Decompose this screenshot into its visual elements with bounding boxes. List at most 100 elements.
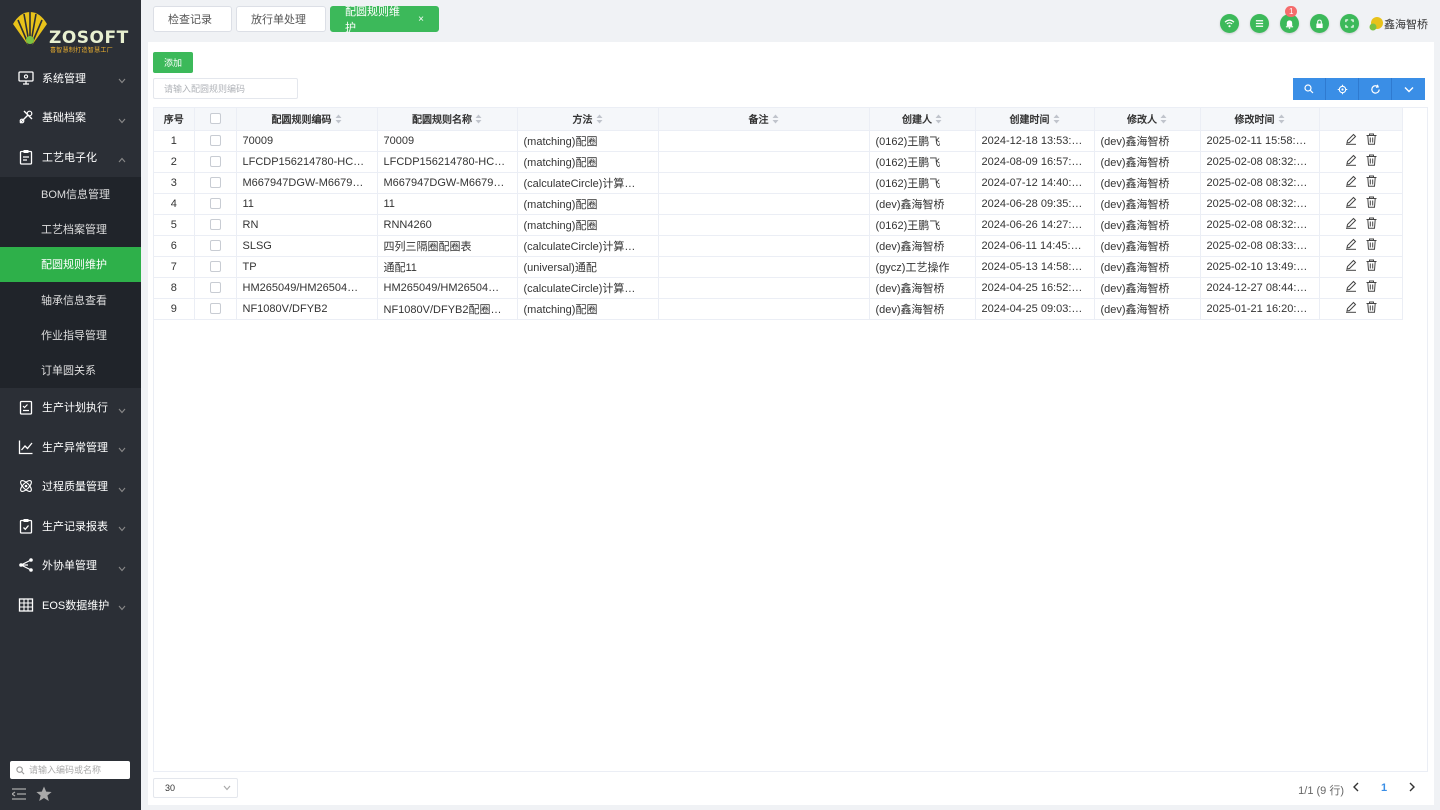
sidebar-group-share[interactable]: 外协单管理 bbox=[0, 546, 141, 586]
sidebar-subitem-4[interactable]: 轴承信息查看 bbox=[0, 282, 141, 317]
row-checkbox[interactable] bbox=[209, 303, 221, 315]
delete-icon[interactable] bbox=[1366, 175, 1377, 187]
sort-icon[interactable] bbox=[772, 114, 779, 127]
sidebar-group-clipboard-check[interactable]: 生产记录报表 bbox=[0, 506, 141, 546]
sidebar-subitem-6[interactable]: 订单圆关系 bbox=[0, 352, 141, 387]
table-row[interactable]: 2 LFCDP156214780-HCE… LFCDP156214780-HCE…(… bbox=[154, 151, 1403, 173]
column-header-name[interactable]: 配圆规则名称 bbox=[377, 108, 518, 131]
chevron-down-icon bbox=[118, 73, 126, 87]
column-header-method[interactable]: 方法 bbox=[517, 108, 659, 131]
delete-icon[interactable] bbox=[1366, 154, 1377, 166]
column-header-modified-time[interactable]: 修改时间 bbox=[1200, 108, 1320, 131]
row-checkbox[interactable] bbox=[209, 198, 221, 210]
delete-icon[interactable] bbox=[1366, 280, 1377, 292]
edit-icon[interactable] bbox=[1345, 238, 1357, 250]
favorites-star-icon[interactable] bbox=[36, 786, 52, 805]
next-page-button[interactable] bbox=[1408, 781, 1416, 795]
sort-icon[interactable] bbox=[475, 114, 482, 127]
sidebar-group-clipboard[interactable]: 工艺电子化 bbox=[0, 137, 141, 177]
delete-icon[interactable] bbox=[1366, 133, 1377, 145]
row-checkbox[interactable] bbox=[209, 219, 221, 231]
sort-icon[interactable] bbox=[596, 114, 603, 127]
column-header-remark[interactable]: 备注 bbox=[658, 108, 870, 131]
sidebar-subitem-3[interactable]: 配圆规则维护 bbox=[0, 246, 141, 283]
prev-page-button[interactable] bbox=[1352, 781, 1360, 795]
rule-code-search-input[interactable] bbox=[153, 78, 298, 99]
delete-icon[interactable] bbox=[1366, 217, 1377, 229]
sort-icon[interactable] bbox=[1053, 114, 1060, 127]
sidebar-group-line-chart[interactable]: 生产异常管理 bbox=[0, 427, 141, 467]
sort-icon[interactable] bbox=[335, 114, 342, 127]
lock-icon[interactable] bbox=[1310, 14, 1329, 33]
collapse-menu-icon[interactable] bbox=[10, 788, 26, 803]
menu-search-input[interactable] bbox=[29, 765, 124, 775]
edit-icon[interactable] bbox=[1345, 280, 1357, 292]
edit-icon[interactable] bbox=[1345, 196, 1357, 208]
page-number-current[interactable]: 1 bbox=[1381, 782, 1387, 794]
expand-button[interactable] bbox=[1392, 78, 1425, 100]
sidebar-group-grid[interactable]: EOS数据维护 bbox=[0, 585, 141, 625]
row-actions bbox=[1319, 172, 1403, 194]
page-size-select[interactable]: 30 bbox=[153, 778, 238, 798]
table-row[interactable]: 3 M667947DGW-M6679… M667947DGW-M6679… (calc… bbox=[154, 172, 1403, 194]
edit-icon[interactable] bbox=[1345, 133, 1357, 145]
sidebar-group-monitor[interactable]: 系统管理 bbox=[0, 58, 141, 98]
table-row[interactable]: 6 SLSG 四列三隔圈配圈表 (calculateCircle)计算… (dev)鑫海… bbox=[154, 235, 1403, 257]
sidebar-group-checklist[interactable]: 生产计划执行 bbox=[0, 388, 141, 428]
sort-icon[interactable] bbox=[935, 114, 942, 127]
search-button[interactable] bbox=[1293, 78, 1326, 100]
delete-icon[interactable] bbox=[1366, 301, 1377, 313]
sidebar-group-label: 生产计划执行 bbox=[42, 402, 108, 415]
rule-name-cell: 四列三隔圈配圈表 bbox=[377, 235, 518, 257]
sidebar-subitem-2[interactable]: 工艺档案管理 bbox=[0, 212, 141, 247]
sidebar-group-tools[interactable]: 基础档案 bbox=[0, 98, 141, 138]
delete-icon[interactable] bbox=[1366, 238, 1377, 250]
refresh-button[interactable] bbox=[1359, 78, 1392, 100]
tab-release-processing[interactable]: 放行单处理 bbox=[236, 6, 326, 32]
table-row[interactable]: 7 TP 通配11 (universal)通配 (gycz)工艺操作 2024-05-13… bbox=[154, 256, 1403, 278]
column-header-created-time[interactable]: 创建时间 bbox=[975, 108, 1095, 131]
delete-icon[interactable] bbox=[1366, 196, 1377, 208]
column-header-creator[interactable]: 创建人 bbox=[869, 108, 976, 131]
sidebar-subitem-1[interactable]: BOM信息管理 bbox=[0, 177, 141, 212]
row-checkbox[interactable] bbox=[209, 240, 221, 252]
user-menu[interactable]: 鑫海智桥 bbox=[1368, 16, 1428, 32]
chevron-right-icon bbox=[1409, 782, 1415, 792]
method-cell: (universal)通配 bbox=[517, 256, 659, 278]
edit-icon[interactable] bbox=[1345, 217, 1357, 229]
table-row[interactable]: 8 HM265049/HM26504… HM265049/HM26504… (calc… bbox=[154, 277, 1403, 299]
rule-code-cell: HM265049/HM26504… bbox=[236, 277, 378, 299]
table-row[interactable]: 4 11 11 (matching)配圈 (dev)鑫海智桥 2024-06-28 09:… bbox=[154, 193, 1403, 215]
edit-icon[interactable] bbox=[1345, 259, 1357, 271]
notification-bell-icon[interactable]: 1 bbox=[1280, 6, 1299, 33]
sidebar-subitem-5[interactable]: 作业指导管理 bbox=[0, 317, 141, 352]
pagination-info: 1/1 (9 行) bbox=[1298, 785, 1344, 797]
row-checkbox[interactable] bbox=[209, 282, 221, 294]
row-checkbox[interactable] bbox=[209, 135, 221, 147]
atom-icon bbox=[18, 478, 34, 494]
close-tab-icon[interactable]: × bbox=[418, 14, 424, 25]
sort-icon[interactable] bbox=[1278, 114, 1285, 127]
delete-icon[interactable] bbox=[1366, 259, 1377, 271]
edit-icon[interactable] bbox=[1345, 301, 1357, 313]
row-checkbox[interactable] bbox=[209, 261, 221, 273]
select-all-checkbox[interactable] bbox=[209, 113, 221, 125]
table-row[interactable]: 9 NF1080V/DFYB2 NF1080V/DFYB2配圈… (matching)… bbox=[154, 298, 1403, 320]
table-row[interactable]: 1 70009 70009 (matching)配圈 (0162)王鹏飞 2024-12-… bbox=[154, 130, 1403, 152]
tab-inspection-records[interactable]: 检查记录 bbox=[153, 6, 232, 32]
add-button[interactable]: 添加 bbox=[153, 52, 193, 73]
column-header-modifier[interactable]: 修改人 bbox=[1094, 108, 1201, 131]
edit-icon[interactable] bbox=[1345, 154, 1357, 166]
sidebar-group-atom[interactable]: 过程质量管理 bbox=[0, 467, 141, 507]
fullscreen-icon[interactable] bbox=[1340, 14, 1359, 33]
wifi-icon[interactable] bbox=[1220, 14, 1239, 33]
edit-icon[interactable] bbox=[1345, 175, 1357, 187]
table-row[interactable]: 5 RN RNN4260 (matching)配圈 (0162)王鹏飞 2024-06-2… bbox=[154, 214, 1403, 236]
column-header-code[interactable]: 配圆规则编码 bbox=[236, 108, 378, 131]
menu-list-icon[interactable] bbox=[1250, 14, 1269, 33]
sort-icon[interactable] bbox=[1160, 114, 1167, 127]
tab-matching-rules[interactable]: 配圆规则维护 × bbox=[330, 6, 439, 34]
row-checkbox[interactable] bbox=[209, 177, 221, 189]
settings-button[interactable] bbox=[1326, 78, 1359, 100]
row-checkbox[interactable] bbox=[209, 156, 221, 168]
